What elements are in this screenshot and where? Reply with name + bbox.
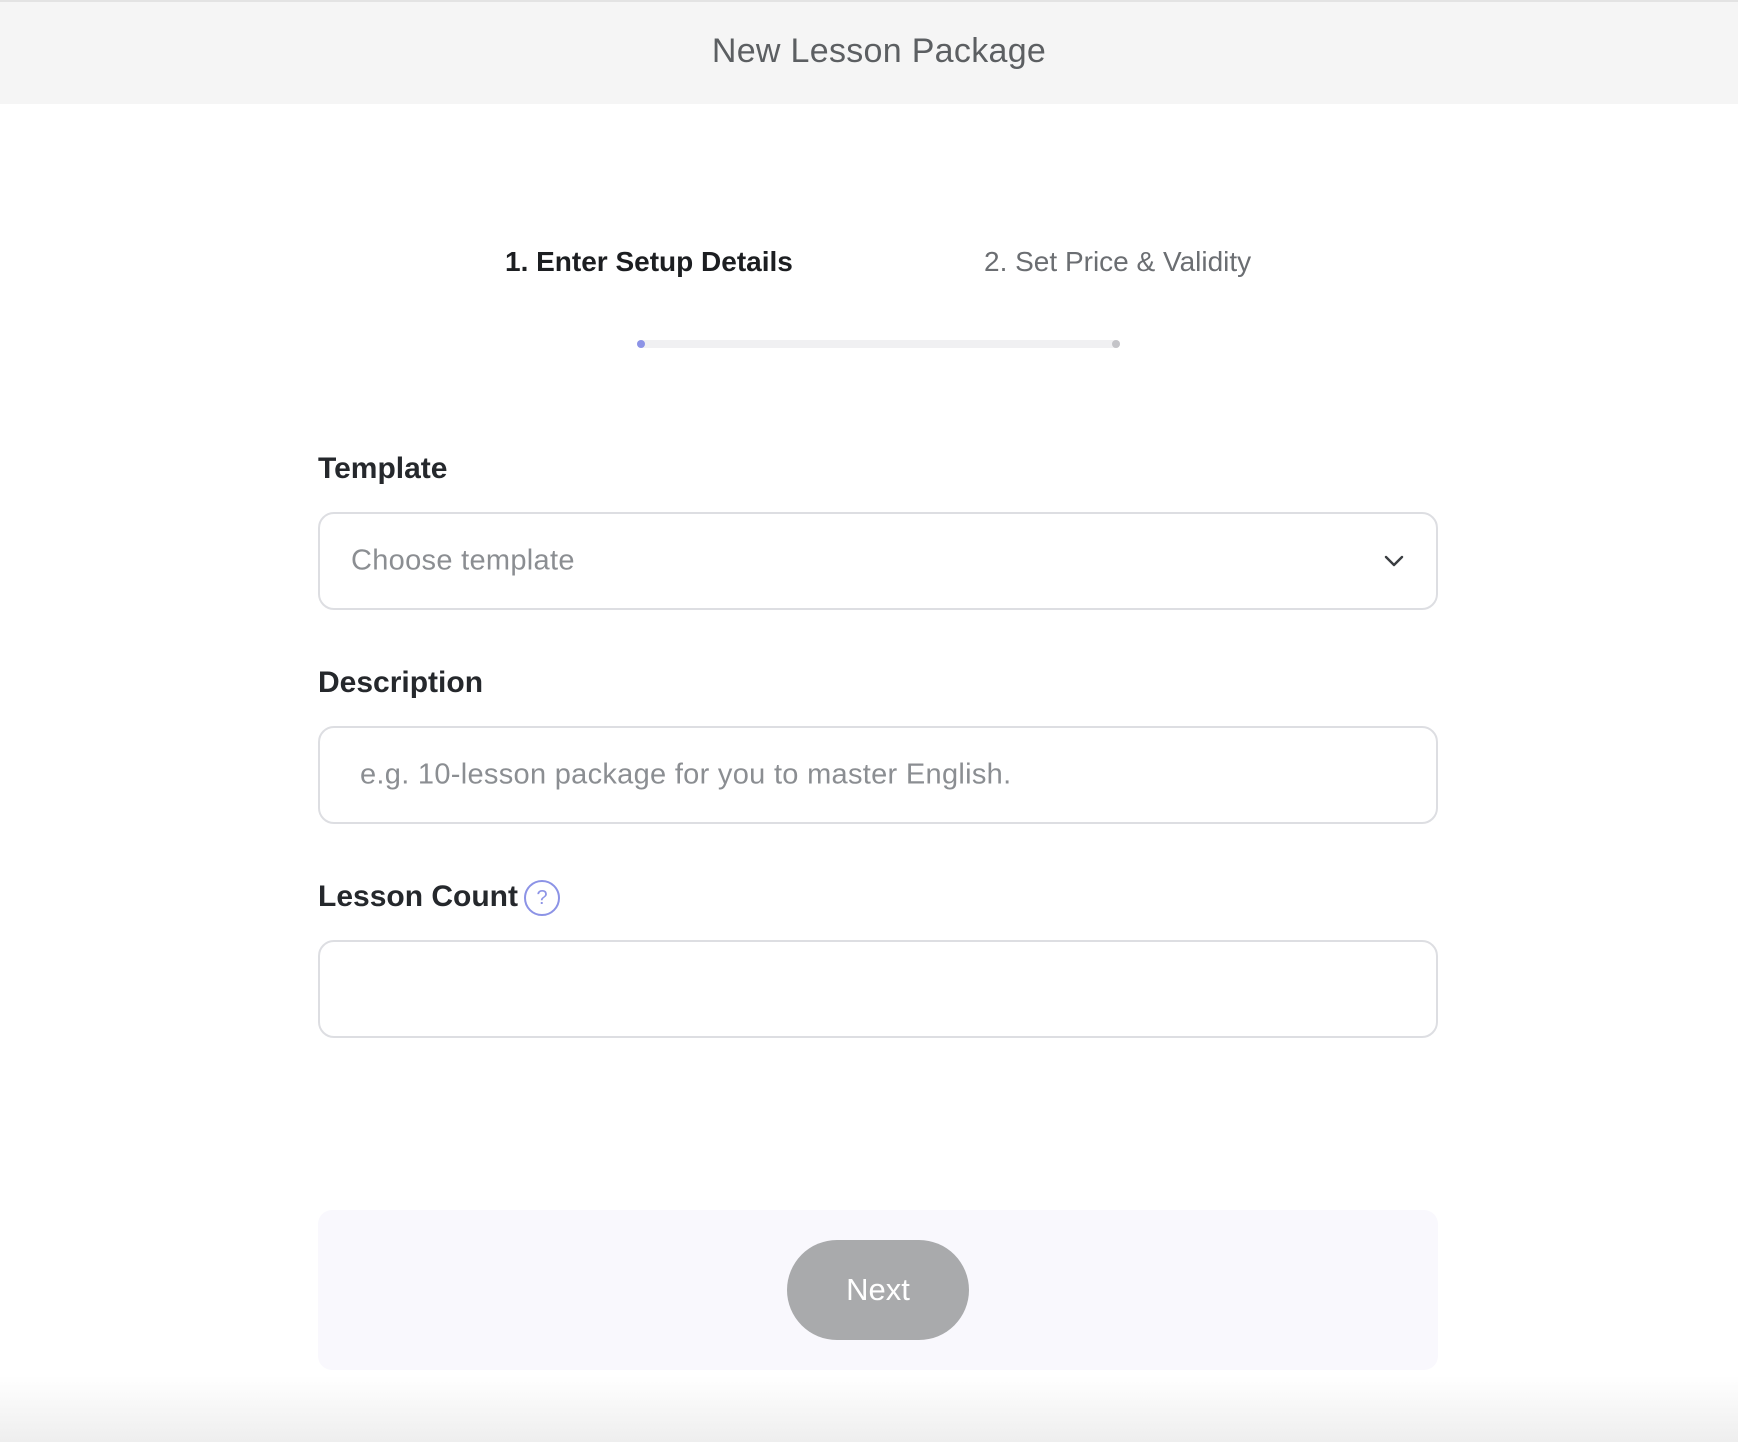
step-price-validity[interactable]: 2. Set Price & Validity bbox=[984, 246, 1251, 278]
chevron-down-icon[interactable] bbox=[1382, 549, 1406, 573]
lesson-count-label: Lesson Count bbox=[318, 880, 518, 913]
description-input[interactable]: e.g. 10-lesson package for you to master… bbox=[318, 726, 1438, 824]
step-setup-details[interactable]: 1. Enter Setup Details bbox=[505, 246, 793, 278]
question-mark-icon[interactable]: ? bbox=[524, 880, 560, 916]
page: New Lesson Package 1. Enter Setup Detail… bbox=[0, 0, 1738, 1442]
header-bar: New Lesson Package bbox=[0, 0, 1738, 104]
bottom-fade bbox=[0, 1376, 1738, 1442]
step-progress-track bbox=[638, 340, 1120, 348]
page-title: New Lesson Package bbox=[711, 31, 1047, 70]
progress-start-dot bbox=[637, 340, 645, 348]
template-select-placeholder: Choose template bbox=[351, 544, 575, 577]
progress-end-dot bbox=[1112, 340, 1120, 348]
description-label: Description bbox=[318, 666, 484, 699]
stepper: 1. Enter Setup Details 2. Set Price & Va… bbox=[0, 246, 1738, 286]
next-button[interactable]: Next bbox=[787, 1240, 969, 1340]
description-placeholder: e.g. 10-lesson package for you to master… bbox=[360, 758, 1012, 791]
lesson-count-input[interactable] bbox=[318, 940, 1438, 1038]
template-label: Template bbox=[318, 452, 448, 485]
template-select[interactable]: Choose template bbox=[318, 512, 1438, 610]
